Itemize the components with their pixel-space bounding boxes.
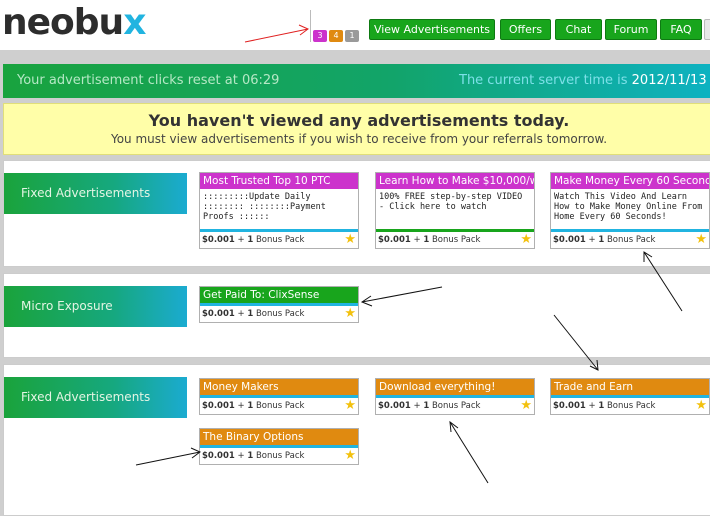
header-divider [310, 10, 311, 42]
status-bar: Your advertisement clicks reset at 06:29… [3, 64, 710, 122]
ad-footer: $0.001 + 1 Bonus Pack ★ [202, 398, 356, 414]
ad-title[interactable]: Money Makers [200, 379, 358, 395]
ad-footer: $0.001 + 1 Bonus Pack ★ [378, 398, 532, 414]
ad-title[interactable]: Download everything! [376, 379, 534, 395]
ad-card[interactable]: Trade and Earn $0.001 + 1 Bonus Pack ★ [550, 378, 710, 415]
star-icon[interactable]: ★ [520, 398, 532, 414]
ad-title[interactable]: Trade and Earn [551, 379, 709, 395]
nav-more[interactable] [704, 19, 710, 40]
ad-footer: $0.001 + 1 Bonus Pack ★ [202, 232, 356, 248]
ad-title[interactable]: Get Paid To: ClixSense [200, 287, 358, 303]
nav-offers[interactable]: Offers [500, 19, 551, 40]
notification-badges: 341 [313, 23, 361, 42]
ad-footer: $0.001 + 1 Bonus Pack ★ [553, 232, 707, 248]
star-icon[interactable]: ★ [344, 448, 356, 464]
ad-footer: $0.001 + 1 Bonus Pack ★ [378, 232, 532, 248]
star-icon[interactable]: ★ [695, 232, 707, 248]
notice-subtitle: You must view advertisements if you wish… [110, 132, 608, 146]
badge-messages[interactable]: 3 [313, 30, 327, 42]
nav-forum[interactable]: Forum [605, 19, 657, 40]
ad-card[interactable]: Get Paid To: ClixSense $0.001 + 1 Bonus … [199, 286, 359, 323]
section-label: Fixed Advertisements [4, 173, 187, 214]
nav-chat[interactable]: Chat [555, 19, 602, 40]
badge-alerts[interactable]: 4 [329, 30, 343, 42]
clicks-reset-text: Your advertisement clicks reset at 06:29 [17, 73, 280, 88]
ad-footer: $0.001 + 1 Bonus Pack ★ [202, 306, 356, 322]
ad-description: :::::::::Update Daily :::::::: ::::::::P… [203, 192, 326, 222]
star-icon[interactable]: ★ [344, 398, 356, 414]
ad-title[interactable]: The Binary Options [200, 429, 358, 445]
ad-card[interactable]: The Binary Options $0.001 + 1 Bonus Pack… [199, 428, 359, 465]
ad-card[interactable]: Download everything! $0.001 + 1 Bonus Pa… [375, 378, 535, 415]
ad-footer: $0.001 + 1 Bonus Pack ★ [553, 398, 707, 414]
neobux-logo[interactable]: neobux [2, 2, 146, 43]
ad-card[interactable]: Money Makers $0.001 + 1 Bonus Pack ★ [199, 378, 359, 415]
star-icon[interactable]: ★ [344, 232, 356, 248]
star-icon[interactable]: ★ [520, 232, 532, 248]
ad-title[interactable]: Learn How to Make $10,000/week [376, 173, 534, 189]
ad-card[interactable]: Make Money Every 60 Seconds Watch This V… [550, 172, 710, 249]
section-label: Fixed Advertisements [4, 377, 187, 418]
star-icon[interactable]: ★ [344, 306, 356, 322]
ad-card[interactable]: Learn How to Make $10,000/week 100% FREE… [375, 172, 535, 249]
ad-title[interactable]: Make Money Every 60 Seconds [551, 173, 709, 189]
ad-description: 100% FREE step-by-step VIDEO - Click her… [379, 192, 523, 212]
section-label: Micro Exposure [4, 286, 187, 327]
header: neobux 341 View Advertisements Offers Ch… [0, 0, 710, 50]
notice-banner: You haven't viewed any advertisements to… [3, 103, 710, 155]
star-icon[interactable]: ★ [695, 398, 707, 414]
ad-footer: $0.001 + 1 Bonus Pack ★ [202, 448, 356, 464]
notice-title: You haven't viewed any advertisements to… [148, 111, 570, 130]
nav-faq[interactable]: FAQ [660, 19, 702, 40]
ad-description: Watch This Video And Learn How to Make M… [554, 192, 703, 222]
nav-view-advertisements[interactable]: View Advertisements [369, 19, 495, 40]
badge-other[interactable]: 1 [345, 30, 359, 42]
ad-card[interactable]: Most Trusted Top 10 PTC :::::::::Update … [199, 172, 359, 249]
ad-title[interactable]: Most Trusted Top 10 PTC [200, 173, 358, 189]
